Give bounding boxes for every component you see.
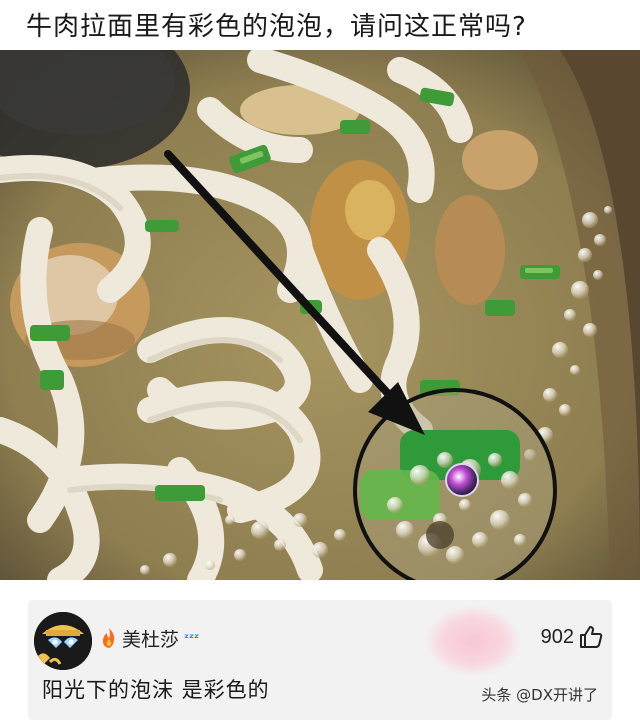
username[interactable]: 美杜莎 <box>122 625 179 652</box>
flame-icon <box>103 628 115 648</box>
question-title: 牛肉拉面里有彩色的泡泡，请问这正常吗? <box>26 12 527 42</box>
username-row: 美杜莎 ᶻᶻᶻ <box>98 625 200 652</box>
user-avatar[interactable] <box>34 612 92 670</box>
thumb-up-icon[interactable] <box>578 624 604 650</box>
comment-text: 阳光下的泡沫 是彩色的 <box>42 678 270 702</box>
like-count: 902 <box>540 625 574 648</box>
comment-card: 美杜莎 ᶻᶻᶻ 902 阳光下的泡沫 是彩色的 头条 @DX开讲了 <box>28 600 612 720</box>
zzz-icon: ᶻᶻᶻ <box>184 631 200 645</box>
blurred-avatar <box>428 608 518 674</box>
watermark: 头条 @DX开讲了 <box>481 686 598 704</box>
noodle-photo <box>0 50 640 580</box>
like-area[interactable]: 902 <box>541 622 604 652</box>
